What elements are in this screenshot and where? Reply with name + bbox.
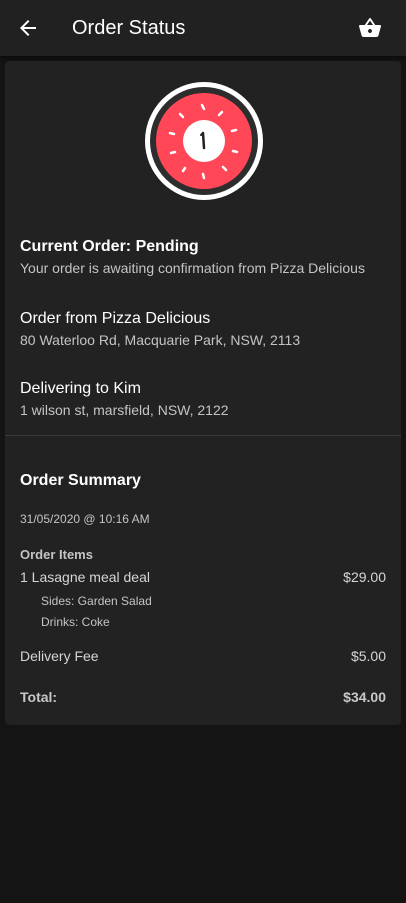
order-date: 31/05/2020 @ 10:16 AM xyxy=(20,512,150,526)
basket-button[interactable] xyxy=(358,16,382,40)
total-value: $34.00 xyxy=(343,689,386,705)
status-headline: Current Order: Pending xyxy=(20,238,199,255)
donut-clock-icon xyxy=(145,82,263,200)
items-label-block: Order Items xyxy=(20,547,386,563)
order-card: Current Order: Pending Your order is awa… xyxy=(5,61,401,725)
item-price: $29.00 xyxy=(343,569,386,585)
arrow-left-icon xyxy=(20,20,36,36)
summary-title-block: Order Summary xyxy=(20,471,386,491)
item-detail-sides: Sides: Garden Salad xyxy=(20,593,386,609)
total-block: Total: $34.00 xyxy=(20,688,386,706)
total-row: Total: $34.00 xyxy=(20,688,386,706)
order-item: 1 Lasagne meal deal $29.00 xyxy=(20,568,386,586)
delivery-heading: Delivering to Kim xyxy=(20,380,141,397)
delivery-section: Delivering to Kim 1 wilson st, marsfield… xyxy=(20,379,386,419)
divider xyxy=(5,435,401,436)
delivery-address: 1 wilson st, marsfield, NSW, 2122 xyxy=(20,402,229,418)
shopping-basket-icon xyxy=(359,18,381,37)
total-label: Total: xyxy=(20,689,58,705)
status-section: Current Order: Pending Your order is awa… xyxy=(20,237,386,277)
back-button[interactable] xyxy=(16,16,40,40)
restaurant-heading: Order from Pizza Delicious xyxy=(20,310,211,327)
delivery-fee-value: $5.00 xyxy=(350,648,386,664)
order-date-block: 31/05/2020 @ 10:16 AM xyxy=(20,511,386,527)
delivery-fee-block: Delivery Fee $5.00 xyxy=(20,647,386,665)
delivery-fee-row: Delivery Fee $5.00 xyxy=(20,647,386,665)
status-message: Your order is awaiting confirmation from… xyxy=(20,260,365,276)
item-name: 1 Lasagne meal deal xyxy=(20,569,150,585)
item-detail: Drinks: Coke xyxy=(41,615,110,629)
delivery-fee-label: Delivery Fee xyxy=(20,648,99,664)
item-detail: Sides: Garden Salad xyxy=(41,594,152,608)
page-title: Order Status xyxy=(72,17,186,39)
restaurant-address: 80 Waterloo Rd, Macquarie Park, NSW, 211… xyxy=(20,332,301,348)
summary-title: Order Summary xyxy=(20,472,141,489)
item-detail-drinks: Drinks: Coke xyxy=(20,614,386,630)
app-bar: Order Status xyxy=(0,0,406,56)
order-items-label: Order Items xyxy=(20,547,93,562)
order-item-row: 1 Lasagne meal deal $29.00 xyxy=(20,568,386,586)
restaurant-section: Order from Pizza Delicious 80 Waterloo R… xyxy=(20,309,386,349)
